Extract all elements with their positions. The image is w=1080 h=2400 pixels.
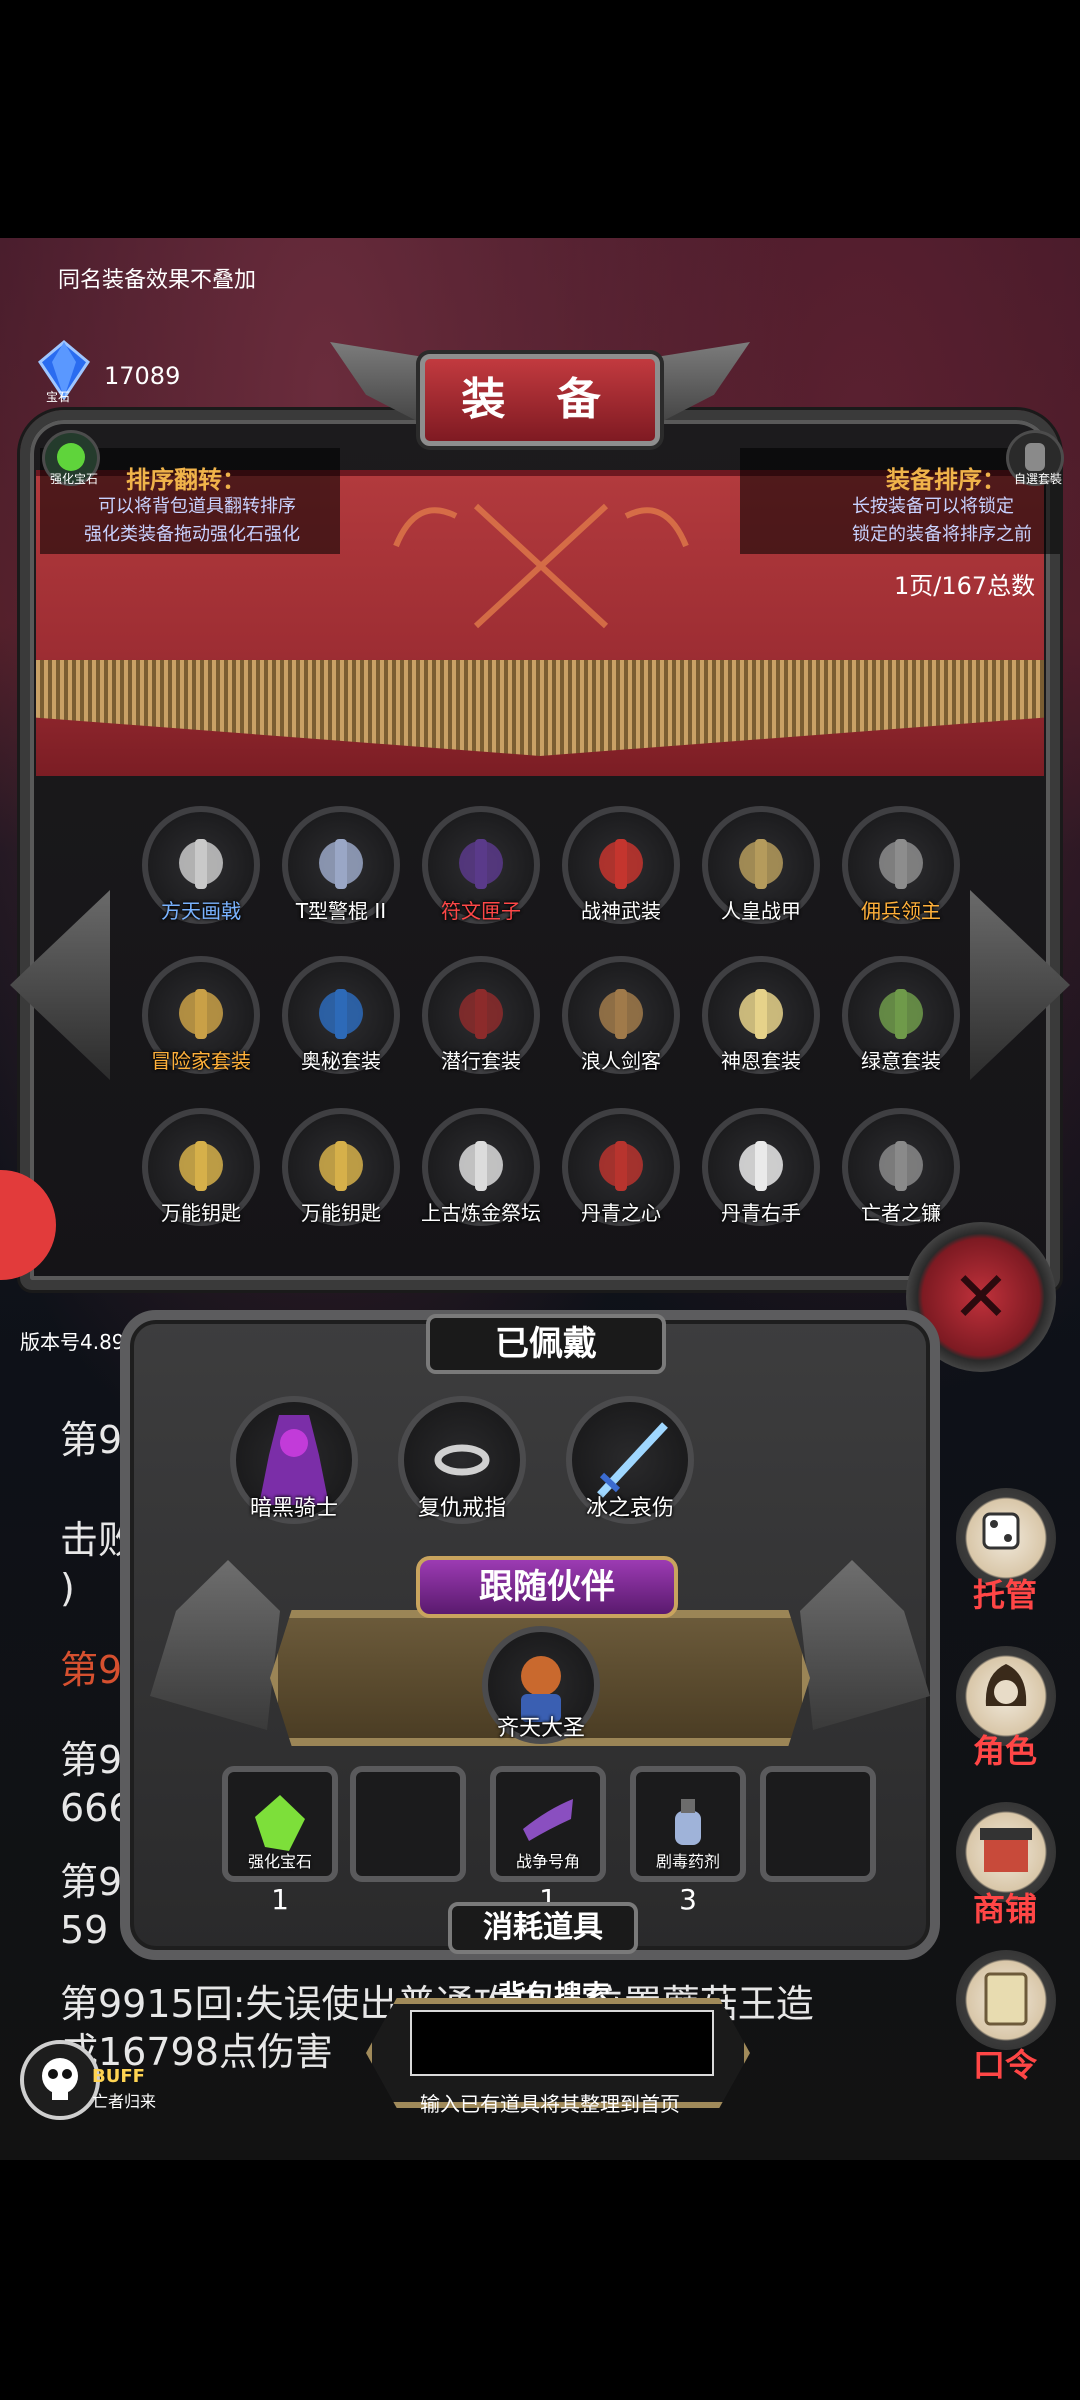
inventory-slot[interactable]: 浪人剑客 [562, 956, 680, 1074]
gem-count: 17089 [104, 362, 181, 390]
equipped-item-label: 暗黑骑士 [249, 1496, 338, 1521]
scythe-icon [879, 1141, 923, 1191]
scroll-icon [984, 1972, 1028, 2026]
skull-altar-icon [459, 1141, 503, 1191]
inventory-slot[interactable]: 万能钥匙 [142, 1108, 260, 1226]
buff-skull-icon[interactable] [20, 2040, 100, 2120]
version-label: 版本号4.89 [20, 1330, 125, 1354]
equipped-header: 已佩戴 [426, 1314, 666, 1374]
halberd-icon [179, 839, 223, 889]
heart-icon [599, 1141, 643, 1191]
equipped-slot[interactable]: 冰之哀伤 [566, 1396, 694, 1524]
sort-flip-line1: 可以将背包道具翻转排序 [98, 496, 296, 517]
auto-set-shortcut[interactable]: 自選套裝 [1006, 430, 1064, 486]
consumable-label: 战争号角 [515, 1852, 580, 1871]
buff-sub-label: 亡者归来 [92, 2092, 157, 2111]
inventory-slot[interactable]: 战神武装 [562, 806, 680, 924]
inventory-slot[interactable]: 符文匣子 [422, 806, 540, 924]
code-label: 口令 [972, 2046, 1037, 2084]
divine-set-icon [739, 989, 783, 1039]
consumable-label: 强化宝石 [247, 1852, 312, 1871]
enhance-gem-label: 强化宝石 [49, 472, 98, 486]
code-button[interactable] [956, 1950, 1056, 2050]
ring-icon [434, 1444, 490, 1476]
inventory-item-label: 亡者之镰 [861, 1201, 941, 1225]
green-set-icon [879, 989, 923, 1039]
inventory-slot[interactable]: 冒险家套装 [142, 956, 260, 1074]
equipped-item-label: 复仇戒指 [417, 1496, 506, 1521]
war-god-armor-icon [599, 839, 643, 889]
consumables-header: 消耗道具 [448, 1902, 638, 1954]
inventory-slot[interactable]: 上古炼金祭坛 [421, 1108, 541, 1226]
glove-icon [739, 1141, 783, 1191]
inventory-slot[interactable]: 佣兵领主 [842, 806, 960, 924]
key-icon [179, 1141, 223, 1191]
companion-label: 齐天大圣 [496, 1716, 585, 1741]
key-icon [319, 1141, 363, 1191]
sort-title: 装备排序： [886, 466, 1006, 494]
consumable-slot[interactable]: 剧毒药剂 3 [630, 1766, 746, 1916]
equipped-item-label: 冰之哀伤 [585, 1496, 674, 1521]
close-icon: ✕ [951, 1256, 1011, 1338]
inventory-slot[interactable]: 方天画戟 [142, 806, 260, 924]
search-hint: 输入已有道具将其整理到首页 [420, 2092, 680, 2116]
companion-header: 跟随伙伴 [416, 1556, 678, 1618]
stealth-set-icon [459, 989, 503, 1039]
inventory-item-label: 绿意套装 [861, 1049, 941, 1073]
search-input[interactable] [410, 2010, 714, 2076]
companion-slot[interactable]: 齐天大圣 [482, 1626, 600, 1744]
baton-icon [319, 839, 363, 889]
inventory-slot[interactable]: 奥秘套装 [282, 956, 400, 1074]
inventory-slot[interactable]: 丹青之心 [562, 1108, 680, 1226]
arcane-set-icon [319, 989, 363, 1039]
inventory-slot[interactable]: 丹青右手 [702, 1108, 820, 1226]
equipped-slot[interactable]: 暗黑骑士 [230, 1396, 358, 1524]
emperor-armor-icon [739, 839, 783, 889]
page-title: 装 备 [420, 354, 660, 446]
consumable-slot[interactable]: 战争号角 1 [490, 1766, 606, 1916]
consumable-label: 剧毒药剂 [655, 1852, 720, 1871]
sort-line2: 锁定的装备将排序之前 [852, 524, 1032, 545]
consumable-qty: 1 [271, 1883, 289, 1916]
inventory-slot[interactable]: 万能钥匙 [282, 1108, 400, 1226]
sort-line1: 长按装备可以将锁定 [852, 496, 1014, 517]
shop-label: 商铺 [972, 1890, 1037, 1928]
inventory-slot[interactable]: 神恩套装 [702, 956, 820, 1074]
inventory-slot[interactable]: 潜行套装 [422, 956, 540, 1074]
adventurer-set-icon [179, 989, 223, 1039]
character-label: 角色 [972, 1732, 1037, 1770]
inventory-item-label: 佣兵领主 [861, 899, 941, 923]
gem-label: 宝石 [46, 390, 71, 404]
inventory-slot[interactable]: 绿意套装 [842, 956, 960, 1074]
log-line: 59 [60, 1908, 109, 1952]
top-note: 同名装备效果不叠加 [58, 268, 257, 293]
consumable-slot[interactable] [760, 1766, 876, 1882]
consumable-slot[interactable]: 强化宝石 1 [222, 1766, 338, 1916]
log-line: ) [60, 1566, 75, 1610]
buff-label: BUFF [92, 2066, 145, 2087]
consumable-qty: 3 [679, 1883, 697, 1916]
sort-flip-title: 排序翻转： [126, 466, 246, 494]
mercenary-lord-icon [879, 839, 923, 889]
inventory-slot[interactable]: T型警棍 II [282, 806, 400, 924]
auto-play-label: 托管 [972, 1576, 1037, 1614]
sort-flip-line2: 强化类装备拖动强化石强化 [84, 524, 300, 545]
inventory-slot[interactable]: 亡者之镰 [842, 1108, 960, 1226]
equipped-slot[interactable]: 复仇戒指 [398, 1396, 526, 1524]
consumable-slot[interactable] [350, 1766, 466, 1882]
auto-set-label: 自選套裝 [1013, 472, 1062, 486]
ronin-icon [599, 989, 643, 1039]
page-count: 1页/167总数 [894, 572, 1036, 600]
enhance-gem-shortcut[interactable]: 强化宝石 [42, 430, 100, 486]
rune-box-icon [459, 839, 503, 889]
inventory-slot[interactable]: 人皇战甲 [702, 806, 820, 924]
